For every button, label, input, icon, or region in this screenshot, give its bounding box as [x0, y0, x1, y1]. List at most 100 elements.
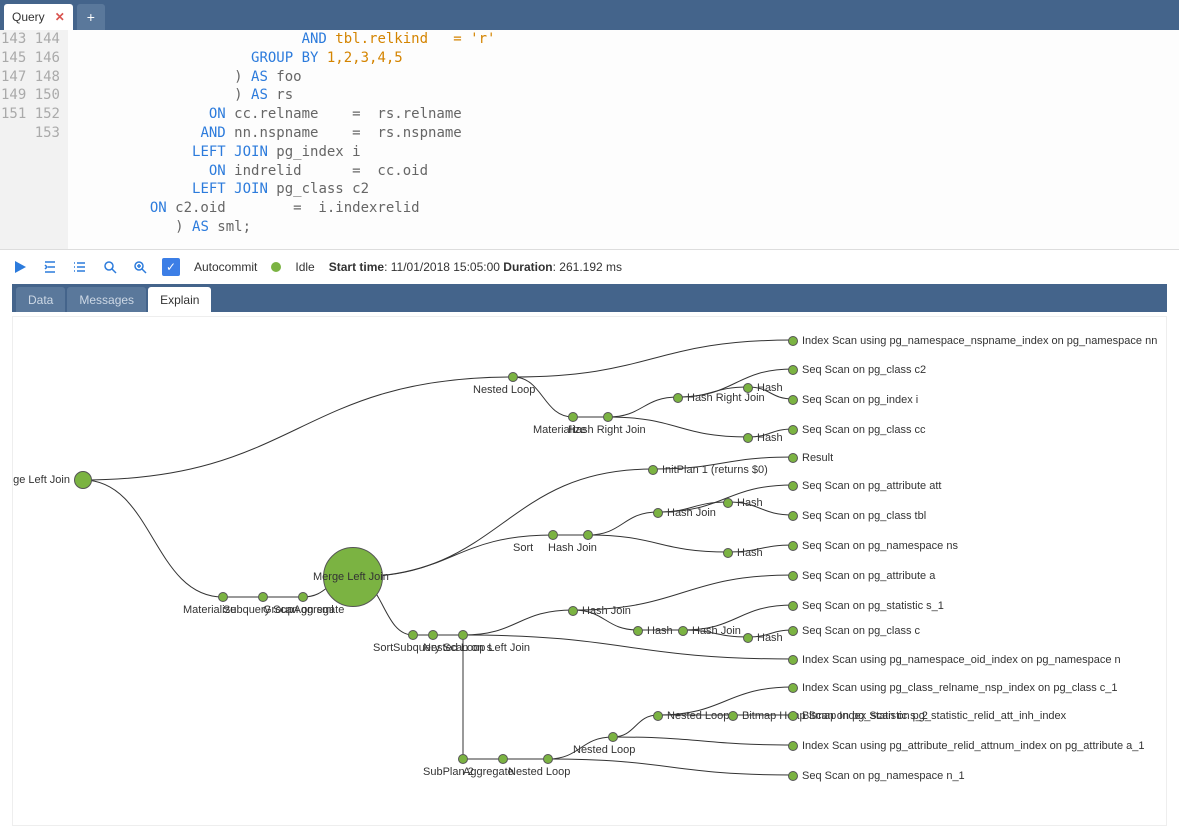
tab-messages[interactable]: Messages — [67, 287, 146, 312]
plan-node-bubble[interactable] — [568, 606, 578, 616]
plan-node[interactable]: Sort — [373, 642, 393, 654]
plan-node-bubble[interactable] — [788, 365, 798, 375]
plan-node[interactable]: Seq Scan on pg_namespace n_1 — [788, 770, 965, 782]
plan-node-bubble[interactable] — [648, 465, 658, 475]
plan-node[interactable]: Bitmap Index Scan on pg_statistic_relid_… — [788, 710, 1066, 722]
plan-node-label: Seq Scan on pg_class cc — [802, 424, 926, 436]
plan-node-bubble[interactable] — [603, 412, 613, 422]
plan-node-bubble[interactable] — [543, 754, 553, 764]
search-icon[interactable] — [102, 259, 118, 275]
tab-new[interactable]: + — [77, 4, 105, 30]
plan-node[interactable]: Seq Scan on pg_class tbl — [788, 510, 926, 522]
autocommit-checkbox[interactable]: ✓ — [162, 258, 180, 276]
plan-node-bubble[interactable] — [788, 683, 798, 693]
plan-node-bubble[interactable] — [673, 393, 683, 403]
plan-node-bubble[interactable] — [653, 711, 663, 721]
plan-node-bubble[interactable] — [568, 412, 578, 422]
list-icon[interactable] — [72, 259, 88, 275]
plan-node[interactable]: Hash Join — [548, 542, 597, 554]
plan-node[interactable]: Index Scan using pg_class_relname_nsp_in… — [788, 682, 1118, 694]
plan-node[interactable]: Merge Left Join — [23, 471, 92, 489]
plan-node-bubble[interactable] — [788, 655, 798, 665]
plan-node[interactable]: Index Scan using pg_attribute_relid_attn… — [788, 740, 1144, 752]
plan-node-bubble[interactable] — [298, 592, 308, 602]
plan-node[interactable]: Index Scan using pg_namespace_oid_index … — [788, 654, 1121, 666]
plan-node-bubble[interactable] — [74, 471, 92, 489]
plan-node-bubble[interactable] — [653, 508, 663, 518]
run-icon[interactable] — [12, 259, 28, 275]
plan-node[interactable]: Hash — [633, 625, 673, 637]
plan-node-bubble[interactable] — [608, 732, 618, 742]
plan-node[interactable]: Seq Scan on pg_class c2 — [788, 364, 926, 376]
plan-node[interactable]: Seq Scan on pg_attribute a — [788, 570, 935, 582]
plan-node-bubble[interactable] — [458, 630, 468, 640]
plan-node[interactable]: Merge Left Join — [313, 571, 389, 583]
plan-node[interactable]: Hash Join — [653, 507, 716, 519]
plan-node[interactable]: Seq Scan on pg_attribute att — [788, 480, 941, 492]
plan-node-bubble[interactable] — [788, 453, 798, 463]
plan-node-bubble[interactable] — [788, 626, 798, 636]
plan-node-bubble[interactable] — [788, 425, 798, 435]
plan-node[interactable]: Seq Scan on pg_index i — [788, 394, 918, 406]
plan-node[interactable]: Nested Loop — [573, 744, 635, 756]
plan-node-bubble[interactable] — [258, 592, 268, 602]
plan-node[interactable]: Sort — [513, 542, 533, 554]
zoom-in-icon[interactable] — [132, 259, 148, 275]
plan-node[interactable]: Seq Scan on pg_class cc — [788, 424, 926, 436]
plan-node-bubble[interactable] — [498, 754, 508, 764]
plan-node-bubble[interactable] — [678, 626, 688, 636]
tab-explain[interactable]: Explain — [148, 287, 211, 312]
tab-query[interactable]: Query ✕ — [4, 4, 73, 30]
plan-node-bubble[interactable] — [788, 481, 798, 491]
plan-node[interactable]: Seq Scan on pg_statistic s_1 — [788, 600, 944, 612]
plan-node[interactable]: GroupAggregate — [263, 604, 344, 616]
plan-node-bubble[interactable] — [788, 601, 798, 611]
plan-node-bubble[interactable] — [743, 433, 753, 443]
plan-node-bubble[interactable] — [428, 630, 438, 640]
plan-node[interactable]: Hash Join — [678, 625, 741, 637]
plan-node[interactable]: Seq Scan on pg_namespace ns — [788, 540, 958, 552]
editor-code[interactable]: AND tbl.relkind = 'r' GROUP BY 1,2,3,4,5… — [68, 30, 1179, 249]
plan-node-bubble[interactable] — [723, 548, 733, 558]
plan-node[interactable]: Index Scan using pg_namespace_nspname_in… — [788, 335, 1157, 347]
indent-icon[interactable] — [42, 259, 58, 275]
plan-node-bubble[interactable] — [723, 498, 733, 508]
plan-node[interactable]: Result — [788, 452, 833, 464]
plan-node-bubble[interactable] — [788, 395, 798, 405]
plan-node-bubble[interactable] — [728, 711, 738, 721]
plan-node-bubble[interactable] — [788, 741, 798, 751]
plan-node-bubble[interactable] — [788, 771, 798, 781]
plan-node-bubble[interactable] — [508, 372, 518, 382]
plan-node-bubble[interactable] — [743, 383, 753, 393]
plan-node-bubble[interactable] — [218, 592, 228, 602]
plan-node-bubble[interactable] — [743, 633, 753, 643]
plan-node[interactable]: Nested Loop Left Join — [423, 642, 530, 654]
plan-node-bubble[interactable] — [548, 530, 558, 540]
plan-node-bubble[interactable] — [788, 711, 798, 721]
plan-node[interactable]: Hash — [743, 632, 783, 644]
plan-node-bubble[interactable] — [458, 754, 468, 764]
plan-node[interactable]: Hash — [743, 432, 783, 444]
plan-node[interactable]: Hash Join — [568, 605, 631, 617]
plan-node[interactable]: Seq Scan on pg_class c — [788, 625, 920, 637]
plan-node-bubble[interactable] — [788, 336, 798, 346]
plan-node[interactable]: Aggregate — [463, 766, 514, 778]
plan-node[interactable]: Hash — [723, 497, 763, 509]
plan-node[interactable]: Hash — [723, 547, 763, 559]
plan-node[interactable]: Hash Right Join — [568, 424, 646, 436]
plan-node-bubble[interactable] — [788, 571, 798, 581]
plan-node-bubble[interactable] — [788, 541, 798, 551]
plan-node[interactable]: Hash — [743, 382, 783, 394]
plan-node-bubble[interactable] — [408, 630, 418, 640]
explain-graph[interactable]: Merge Left JoinMaterializeSubquery Scan … — [12, 316, 1167, 826]
plan-node[interactable]: Nested Loop — [473, 384, 535, 396]
plan-node[interactable]: Nested Loop — [653, 710, 729, 722]
plan-node-bubble[interactable] — [788, 511, 798, 521]
tab-data[interactable]: Data — [16, 287, 65, 312]
plan-node[interactable]: Nested Loop — [508, 766, 570, 778]
plan-node-bubble[interactable] — [633, 626, 643, 636]
plan-node[interactable]: InitPlan 1 (returns $0) — [648, 464, 768, 476]
close-icon[interactable]: ✕ — [55, 10, 65, 24]
plan-node-bubble[interactable] — [583, 530, 593, 540]
sql-editor[interactable]: 143 144 145 146 147 148 149 150 151 152 … — [0, 30, 1179, 250]
